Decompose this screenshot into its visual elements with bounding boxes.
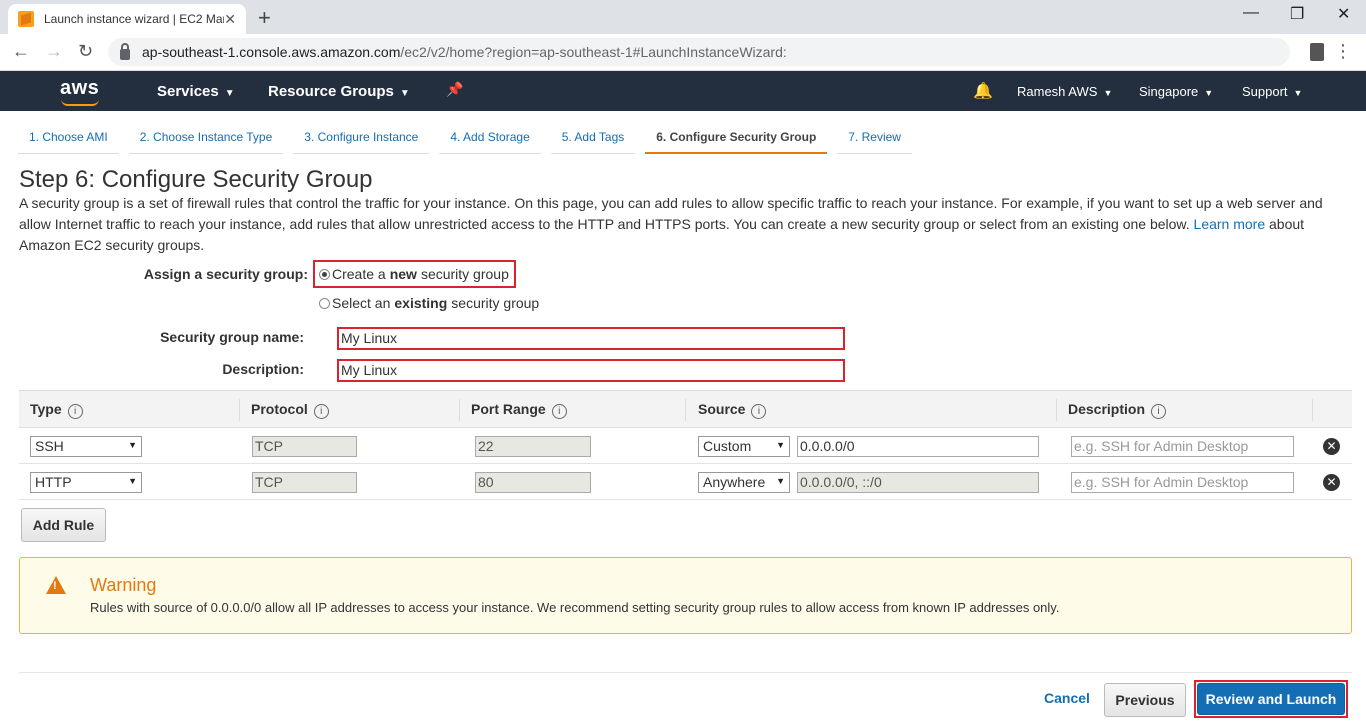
table-row: HTTP ▼ TCP 80 Anywhere ▼ 0.0.0.0/0, ::/0 e… bbox=[19, 464, 1352, 500]
port-range-field: 80 bbox=[475, 472, 591, 493]
radio-create-new[interactable]: Create a new security group bbox=[319, 266, 509, 282]
step-add-storage[interactable]: 4. Add Storage bbox=[439, 124, 541, 154]
type-select[interactable]: HTTP ▼ bbox=[30, 472, 142, 493]
info-icon[interactable]: i bbox=[751, 404, 767, 419]
url-input[interactable]: ap-southeast-1.console.aws.amazon.com/ec… bbox=[108, 38, 1290, 66]
header-description: Description i bbox=[1068, 401, 1167, 419]
back-icon[interactable]: ← bbox=[12, 41, 30, 62]
previous-button[interactable]: Previous bbox=[1104, 683, 1186, 717]
tab-title: Launch instance wizard | EC2 Management … bbox=[44, 12, 224, 26]
info-icon[interactable]: i bbox=[1151, 404, 1167, 419]
reload-icon[interactable]: ↻ bbox=[78, 41, 93, 62]
sg-name-label: Security group name: bbox=[160, 329, 304, 345]
assign-label: Assign a security group: bbox=[143, 266, 308, 282]
table-row: SSH ▼ TCP 22 Custom ▼ 0.0.0.0/0 e.g. SSH f… bbox=[19, 428, 1352, 464]
info-icon[interactable]: i bbox=[551, 404, 567, 419]
port-range-field: 22 bbox=[475, 436, 591, 457]
minimize-icon[interactable]: — bbox=[1243, 4, 1259, 22]
aws-nav-bar: aws Services ▼ Resource Groups ▼ 📌 🔔 Rames… bbox=[0, 71, 1366, 111]
browser-tab[interactable]: Launch instance wizard | EC2 Management … bbox=[8, 4, 246, 34]
header-port-range: Port Range i bbox=[471, 401, 567, 419]
inbound-rules-table: Type i Protocol i Port Range i Source i Desc… bbox=[19, 390, 1352, 500]
add-rule-button[interactable]: Add Rule bbox=[21, 508, 106, 542]
sg-description-input[interactable]: My Linux bbox=[339, 361, 843, 380]
step-choose-instance-type[interactable]: 2. Choose Instance Type bbox=[128, 124, 284, 154]
account-menu[interactable]: Ramesh AWS ▼ bbox=[1017, 84, 1112, 99]
cancel-link[interactable]: Cancel bbox=[1044, 690, 1090, 706]
radio-select-existing[interactable]: Select an existing security group bbox=[319, 295, 539, 311]
footer-divider bbox=[19, 672, 1352, 673]
pin-icon[interactable]: 📌 bbox=[446, 81, 463, 98]
wizard-steps: 1. Choose AMI 2. Choose Instance Type 3.… bbox=[18, 124, 922, 154]
source-mode-select[interactable]: Anywhere ▼ bbox=[698, 472, 790, 493]
source-input: 0.0.0.0/0, ::/0 bbox=[797, 472, 1039, 493]
source-input[interactable]: 0.0.0.0/0 bbox=[797, 436, 1039, 457]
url-path: /ec2/v2/home?region=ap-southeast-1#Launc… bbox=[400, 44, 787, 60]
browser-menu-icon[interactable]: ⋮ bbox=[1334, 41, 1352, 62]
intro-text: A security group is a set of firewall ru… bbox=[19, 195, 1323, 253]
rule-description-input[interactable]: e.g. SSH for Admin Desktop bbox=[1071, 436, 1294, 457]
warning-icon: ! bbox=[46, 576, 66, 594]
remove-rule-icon[interactable]: ✕ bbox=[1323, 474, 1340, 491]
source-mode-select[interactable]: Custom ▼ bbox=[698, 436, 790, 457]
radio-button[interactable] bbox=[319, 297, 330, 309]
aws-logo[interactable]: aws bbox=[60, 77, 99, 106]
region-menu[interactable]: Singapore ▼ bbox=[1139, 84, 1213, 99]
warning-box: ! Warning Rules with source of 0.0.0.0/0… bbox=[19, 557, 1352, 634]
rule-description-input[interactable]: e.g. SSH for Admin Desktop bbox=[1071, 472, 1294, 493]
window-close-icon[interactable]: ✕ bbox=[1337, 4, 1350, 24]
lock-icon bbox=[120, 42, 130, 60]
step-review[interactable]: 7. Review bbox=[837, 124, 912, 154]
url-host: ap-southeast-1.console.aws.amazon.com bbox=[142, 44, 401, 60]
maximize-icon[interactable]: ❐ bbox=[1290, 4, 1304, 24]
bell-icon[interactable]: 🔔 bbox=[973, 81, 993, 101]
remove-rule-icon[interactable]: ✕ bbox=[1323, 438, 1340, 455]
protocol-field: TCP bbox=[252, 436, 357, 457]
extension-icon[interactable] bbox=[1310, 43, 1324, 61]
radio-button[interactable] bbox=[319, 268, 330, 280]
step-configure-instance[interactable]: 3. Configure Instance bbox=[293, 124, 430, 154]
learn-more-link[interactable]: Learn more bbox=[1194, 216, 1266, 232]
address-bar: ← → ↻ ap-southeast-1.console.aws.amazon.… bbox=[0, 34, 1366, 71]
resource-groups-menu[interactable]: Resource Groups ▼ bbox=[268, 83, 410, 100]
header-source: Source i bbox=[698, 401, 767, 419]
new-tab-button[interactable]: + bbox=[258, 5, 271, 31]
header-type: Type i bbox=[30, 401, 83, 419]
step-add-tags[interactable]: 5. Add Tags bbox=[550, 124, 636, 154]
forward-icon[interactable]: → bbox=[45, 41, 63, 62]
protocol-field: TCP bbox=[252, 472, 357, 493]
info-icon[interactable]: i bbox=[67, 404, 83, 419]
services-menu[interactable]: Services ▼ bbox=[157, 83, 235, 100]
browser-tab-bar: Launch instance wizard | EC2 Management … bbox=[0, 0, 1366, 34]
info-icon[interactable]: i bbox=[313, 404, 329, 419]
review-and-launch-button[interactable]: Review and Launch bbox=[1197, 683, 1345, 715]
warning-text: Rules with source of 0.0.0.0/0 allow all… bbox=[90, 600, 1060, 615]
step-configure-security-group[interactable]: 6. Configure Security Group bbox=[645, 124, 828, 154]
header-protocol: Protocol i bbox=[251, 401, 329, 419]
support-menu[interactable]: Support ▼ bbox=[1242, 84, 1302, 99]
page-title: Step 6: Configure Security Group bbox=[19, 166, 373, 193]
table-header: Type i Protocol i Port Range i Source i Desc… bbox=[19, 390, 1352, 428]
aws-favicon-icon bbox=[18, 11, 34, 27]
sg-description-label: Description: bbox=[222, 361, 304, 377]
type-select[interactable]: SSH ▼ bbox=[30, 436, 142, 457]
sg-name-input[interactable]: My Linux bbox=[339, 329, 843, 348]
step-choose-ami[interactable]: 1. Choose AMI bbox=[18, 124, 119, 154]
warning-title: Warning bbox=[90, 575, 157, 595]
tab-close-icon[interactable]: ✕ bbox=[224, 11, 236, 28]
